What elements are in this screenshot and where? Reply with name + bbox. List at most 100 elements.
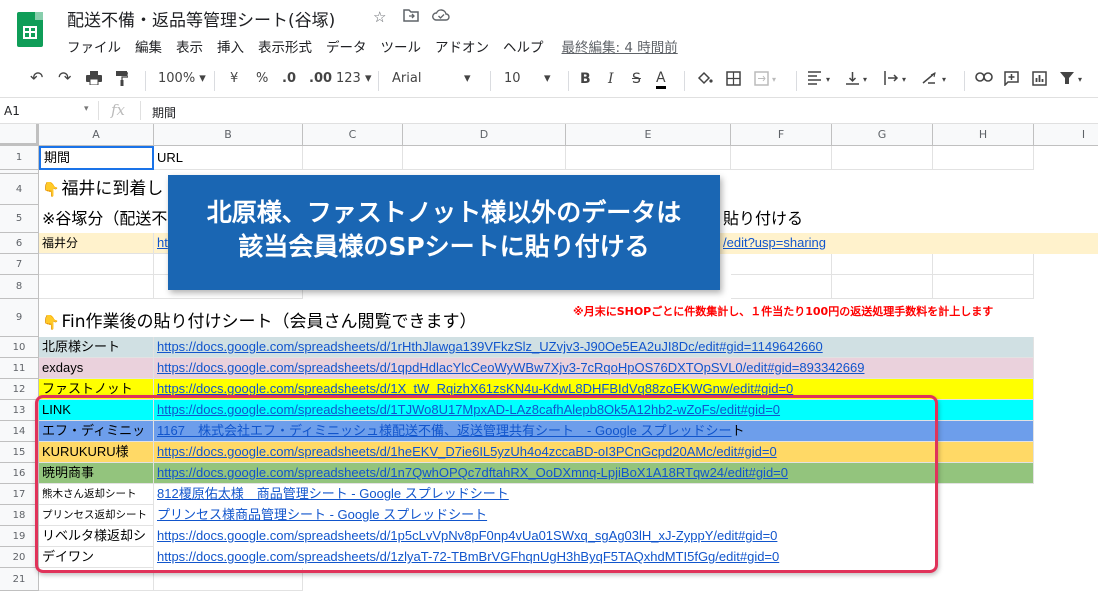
menu-help[interactable]: ヘルプ	[503, 36, 544, 56]
font-size-select[interactable]: 10 ▾	[504, 71, 554, 86]
cell[interactable]	[731, 275, 832, 299]
bold-button[interactable]: B	[580, 71, 591, 87]
menu-data[interactable]: データ	[326, 36, 367, 56]
row-header[interactable]: 21	[0, 568, 39, 591]
fill-color-icon[interactable]	[697, 71, 713, 90]
menu-file[interactable]: ファイル	[67, 36, 121, 56]
row-header[interactable]: 12	[0, 379, 39, 400]
star-icon[interactable]: ☆	[373, 8, 386, 26]
row-header[interactable]: 17	[0, 484, 39, 505]
formula-input[interactable]: 期間	[152, 104, 176, 121]
cell[interactable]	[933, 254, 1034, 275]
paint-format-icon[interactable]	[116, 71, 129, 90]
merge-cells-icon[interactable]: ▾	[754, 71, 780, 90]
cell-e6-link[interactable]: /edit?usp=sharing	[720, 233, 1020, 254]
cell-a10[interactable]: 北原様シート	[39, 337, 154, 358]
last-edit-link[interactable]: 最終編集: 4 時間前	[562, 36, 678, 56]
cell[interactable]	[832, 275, 933, 299]
text-rotation-icon[interactable]: ▾	[922, 71, 956, 89]
row-header[interactable]: 13	[0, 400, 39, 421]
cell-a9[interactable]: 👇 Fin作業後の貼り付けシート（会員さん閲覧できます）	[39, 299, 559, 337]
column-header-e[interactable]: E	[566, 124, 731, 146]
cell[interactable]	[39, 254, 154, 275]
cell[interactable]	[39, 275, 154, 299]
borders-icon[interactable]	[726, 71, 741, 90]
row-header[interactable]: 1	[0, 146, 39, 170]
instruction-banner: 北原様、ファストノット様以外のデータは 該当会員様のSPシートに貼り付ける	[168, 175, 720, 290]
row-header[interactable]: 10	[0, 337, 39, 358]
column-header-h[interactable]: H	[933, 124, 1034, 146]
row-header[interactable]: 19	[0, 526, 39, 547]
align-horizontal-icon[interactable]: ▾	[808, 71, 836, 89]
menu-insert[interactable]: 挿入	[217, 36, 244, 56]
row-header[interactable]: 6	[0, 233, 39, 254]
insert-link-icon[interactable]	[975, 71, 993, 86]
filter-icon[interactable]: ▾	[1060, 71, 1088, 89]
menu-tools[interactable]: ツール	[381, 36, 422, 56]
row-header[interactable]: 15	[0, 442, 39, 463]
cell-a11[interactable]: exdays	[39, 358, 154, 379]
column-header-i[interactable]: I	[1034, 124, 1098, 146]
insert-comment-icon[interactable]	[1004, 71, 1019, 90]
select-all-corner[interactable]	[0, 124, 39, 146]
cell-b10-link[interactable]: https://docs.google.com/spreadsheets/d/1…	[154, 337, 1034, 358]
column-header-c[interactable]: C	[303, 124, 403, 146]
cell[interactable]	[832, 254, 933, 275]
name-box-dropdown-icon[interactable]: ▾	[84, 104, 89, 114]
sheets-logo-icon[interactable]	[17, 12, 43, 47]
increase-decimal-button[interactable]: .00	[309, 71, 332, 86]
cell-a1[interactable]: 期間	[39, 146, 154, 170]
cell-b11-link[interactable]: https://docs.google.com/spreadsheets/d/1…	[154, 358, 1034, 379]
redo-icon[interactable]: ↷	[58, 68, 71, 87]
menu-edit[interactable]: 編集	[135, 36, 162, 56]
currency-format-button[interactable]: ¥	[230, 71, 238, 86]
text-color-button[interactable]: A	[656, 71, 666, 89]
cell[interactable]	[731, 254, 832, 275]
menu-format[interactable]: 表示形式	[258, 36, 312, 56]
row-header[interactable]: 4	[0, 174, 39, 205]
cell[interactable]	[933, 275, 1034, 299]
column-header-d[interactable]: D	[403, 124, 566, 146]
column-header-f[interactable]: F	[731, 124, 832, 146]
menu-view[interactable]: 表示	[176, 36, 203, 56]
row-header[interactable]: 14	[0, 421, 39, 442]
row-header[interactable]: 11	[0, 358, 39, 379]
toolbar: ↶ ↷ 100% ▾ ¥ % .0 .00 123 ▾ Arial ▾ 10 ▾ B…	[0, 62, 1098, 98]
font-family-select[interactable]: Arial ▾	[392, 71, 492, 86]
strikethrough-button[interactable]: S	[632, 71, 641, 87]
text-wrap-icon[interactable]: ▾	[884, 71, 912, 89]
row-header[interactable]: 7	[0, 254, 39, 275]
cell[interactable]	[303, 146, 403, 170]
align-vertical-icon[interactable]: ▾	[846, 71, 872, 89]
row-header[interactable]: 16	[0, 463, 39, 484]
cell-b1[interactable]: URL	[154, 146, 303, 170]
row-header[interactable]: 20	[0, 547, 39, 568]
cell-e5[interactable]: 貼り付ける	[720, 205, 920, 233]
menu-addons[interactable]: アドオン	[435, 36, 489, 56]
italic-button[interactable]: I	[608, 71, 614, 87]
zoom-select[interactable]: 100% ▾	[158, 71, 206, 86]
insert-chart-icon[interactable]	[1032, 71, 1047, 90]
document-title[interactable]: 配送不備・返品等管理シート(谷塚)	[67, 6, 335, 31]
cell[interactable]	[731, 146, 832, 170]
row-header[interactable]: 8	[0, 275, 39, 299]
percent-format-button[interactable]: %	[256, 71, 268, 86]
column-header-g[interactable]: G	[832, 124, 933, 146]
more-formats-select[interactable]: 123 ▾	[336, 71, 372, 86]
row-header[interactable]: 18	[0, 505, 39, 526]
cell[interactable]	[933, 146, 1034, 170]
cell[interactable]	[566, 146, 731, 170]
row-header[interactable]: 5	[0, 205, 39, 233]
move-folder-icon[interactable]	[403, 8, 419, 26]
cell[interactable]	[832, 146, 933, 170]
undo-icon[interactable]: ↶	[30, 68, 43, 87]
name-box[interactable]: A1	[4, 104, 20, 118]
print-icon[interactable]	[86, 71, 102, 89]
column-header-a[interactable]: A	[39, 124, 154, 146]
cell-a6[interactable]: 福井分	[39, 233, 154, 254]
row-header[interactable]: 9	[0, 299, 39, 337]
cell[interactable]	[403, 146, 566, 170]
cloud-saved-icon[interactable]	[432, 8, 450, 26]
decrease-decimal-button[interactable]: .0	[282, 71, 296, 86]
column-header-b[interactable]: B	[154, 124, 303, 146]
